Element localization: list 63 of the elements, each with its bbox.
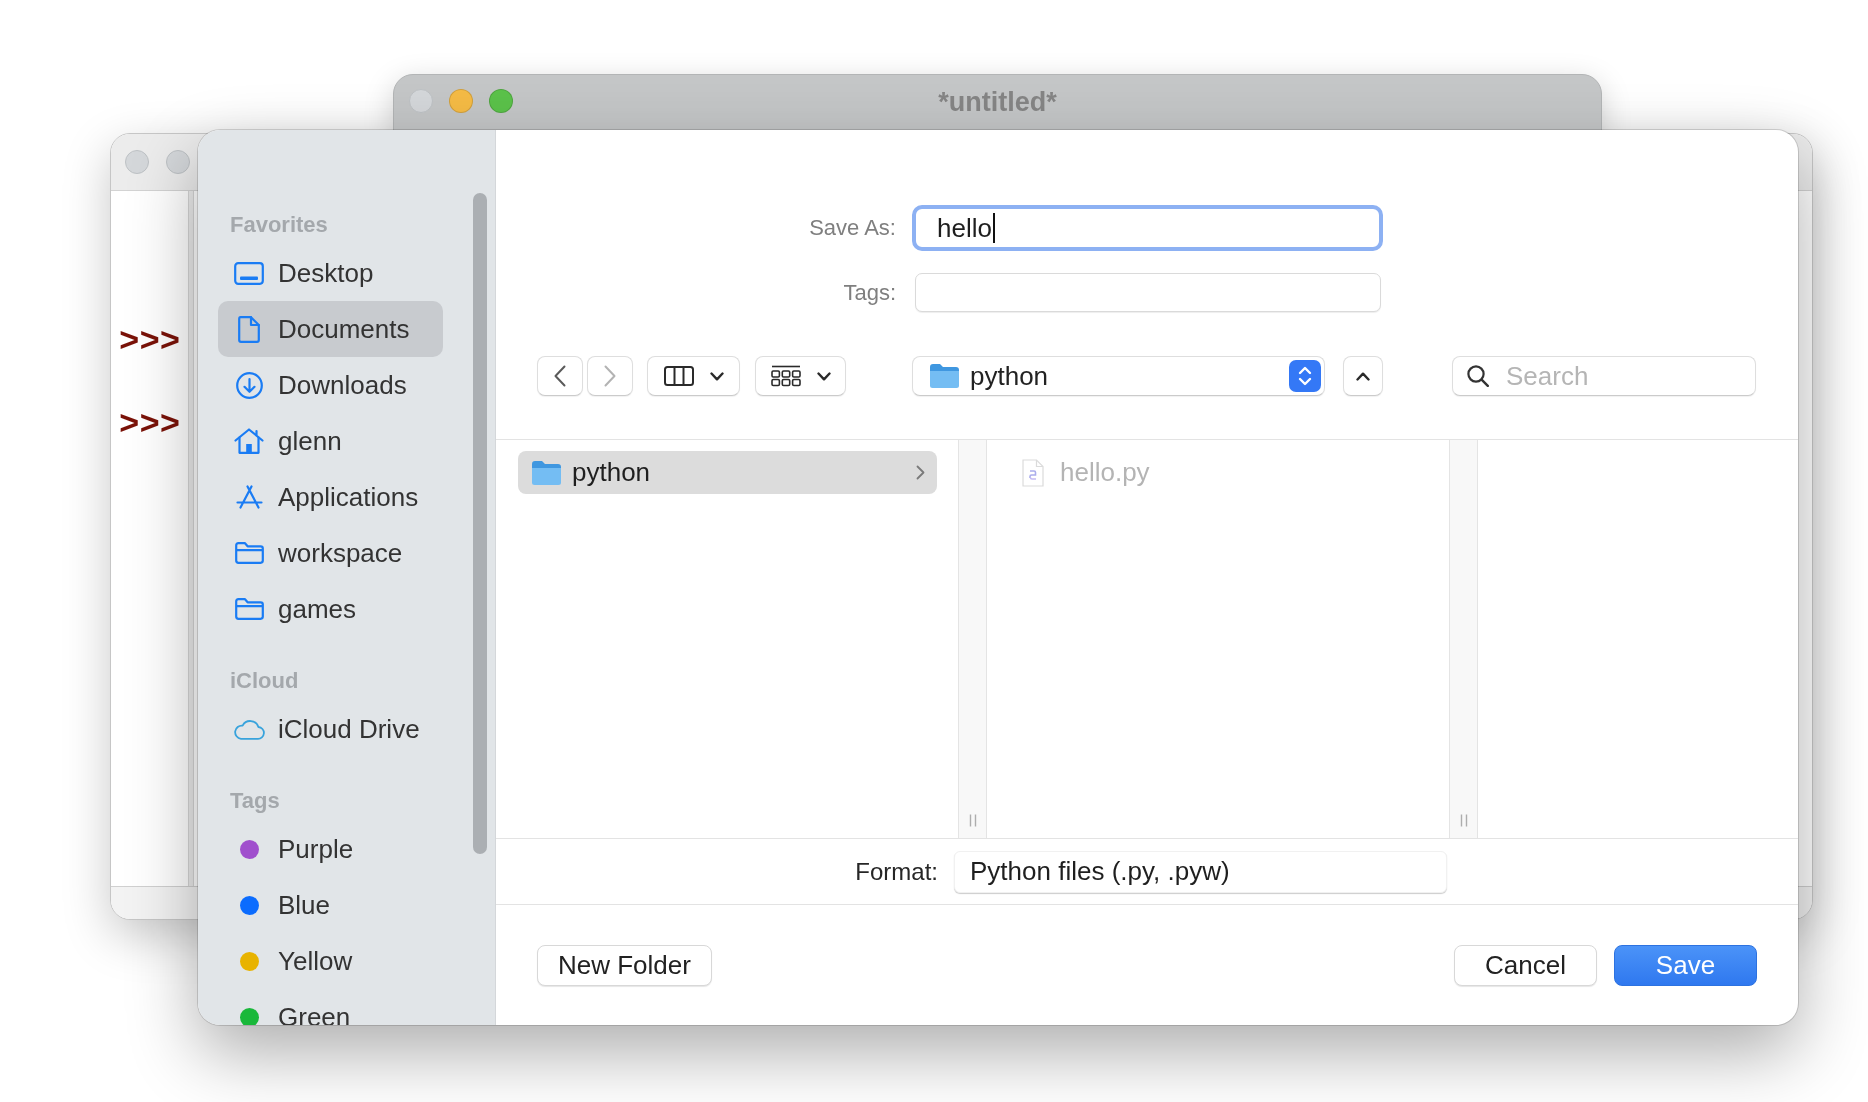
- shell-prompt: >>>: [119, 322, 181, 362]
- zoom-button[interactable]: [489, 89, 513, 113]
- search-icon: [1467, 365, 1489, 387]
- sidebar-item[interactable]: Applications: [218, 469, 443, 525]
- chevron-up-icon: [1356, 371, 1370, 381]
- desktop-icon: [234, 261, 264, 285]
- shell-prompt: >>>: [119, 405, 181, 445]
- sidebar-item[interactable]: games: [218, 581, 443, 637]
- stepper-icon: [1289, 360, 1321, 392]
- minimize-button[interactable]: [166, 150, 190, 174]
- cloud-icon: [233, 718, 265, 740]
- sidebar-item[interactable]: Desktop: [218, 245, 443, 301]
- sidebar-item[interactable]: Yellow: [218, 933, 443, 989]
- chevron-left-icon: [554, 365, 566, 387]
- up-button[interactable]: [1343, 356, 1383, 396]
- location-popup[interactable]: python: [912, 356, 1325, 396]
- chevron-down-icon: [816, 371, 831, 381]
- text-cursor-icon: [992, 213, 995, 243]
- section-heading: iCloud: [229, 667, 300, 695]
- download-icon: [235, 371, 263, 399]
- save-button[interactable]: Save: [1614, 945, 1757, 986]
- chevron-right-icon: [916, 465, 925, 480]
- close-button[interactable]: [409, 89, 433, 113]
- sidebar-item[interactable]: Green: [218, 989, 443, 1025]
- sidebar-item[interactable]: glenn: [218, 413, 443, 469]
- sidebar-item[interactable]: Documents: [218, 301, 443, 357]
- save-as-field[interactable]: hello: [912, 205, 1383, 251]
- sidebar-item[interactable]: workspace: [218, 525, 443, 581]
- column-view-button[interactable]: [647, 356, 740, 396]
- field-label: Format:: [854, 857, 938, 886]
- back-button[interactable]: [537, 356, 583, 396]
- cancel-button[interactable]: Cancel: [1454, 945, 1597, 986]
- apps-icon: [235, 485, 263, 509]
- house-icon: [234, 428, 264, 454]
- document-icon: [238, 315, 260, 343]
- resize-grip-icon[interactable]: [968, 814, 977, 827]
- columns-icon: [663, 366, 694, 386]
- sidebar-item[interactable]: iCloud Drive: [218, 701, 443, 757]
- close-button[interactable]: [125, 150, 149, 174]
- sidebar-item[interactable]: Purple: [218, 821, 443, 877]
- file-list-item[interactable]: python: [518, 451, 937, 494]
- file-icon: [1022, 458, 1044, 487]
- format-popup[interactable]: Python files (.py, .pyw): [954, 850, 1447, 893]
- resize-grip-icon[interactable]: [1459, 814, 1468, 827]
- folder-icon: [531, 459, 562, 486]
- sidebar-item[interactable]: Downloads: [218, 357, 443, 413]
- new-folder-button[interactable]: New Folder: [537, 945, 712, 986]
- grid-view-button[interactable]: [755, 356, 846, 396]
- search-field[interactable]: Search: [1452, 356, 1756, 396]
- section-heading: Tags: [229, 787, 281, 815]
- tags-field[interactable]: [915, 273, 1381, 312]
- sidebar-item[interactable]: Blue: [218, 877, 443, 933]
- folder-icon: [234, 598, 264, 620]
- section-heading: Favorites: [229, 211, 329, 239]
- folder-icon: [234, 542, 264, 564]
- chevron-down-icon: [709, 371, 724, 381]
- folder-icon: [929, 363, 960, 389]
- chevron-right-icon: [604, 365, 616, 387]
- grid-icon: [770, 365, 801, 387]
- window-title: *untitled*: [938, 86, 1057, 119]
- scrollbar[interactable]: [473, 193, 487, 854]
- field-label: Save As:: [808, 215, 896, 241]
- field-label: Tags:: [842, 279, 896, 306]
